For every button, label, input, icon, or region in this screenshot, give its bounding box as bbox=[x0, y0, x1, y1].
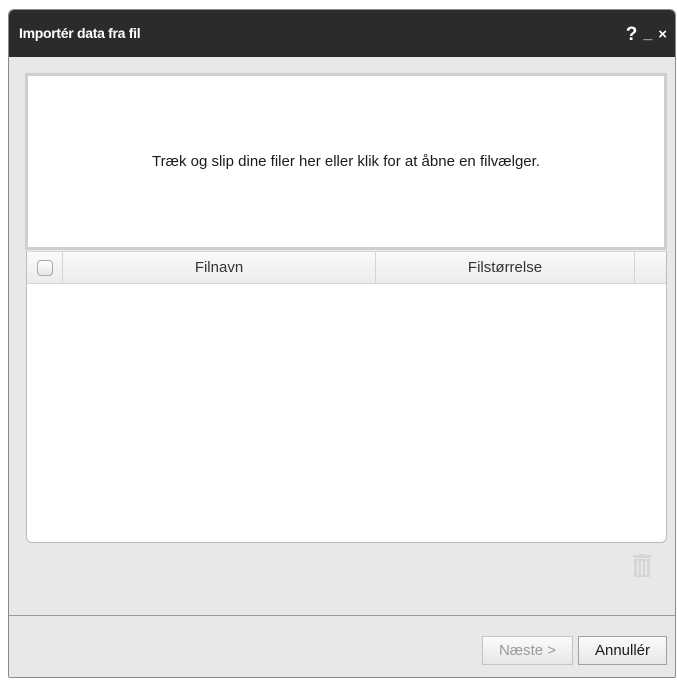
file-list-header: Filnavn Filstørrelse bbox=[27, 251, 666, 284]
column-header-filesize[interactable]: Filstørrelse bbox=[376, 252, 635, 283]
window-controls: ? _ × bbox=[626, 20, 667, 44]
minimize-icon[interactable]: _ bbox=[643, 26, 652, 44]
file-dropzone[interactable]: Træk og slip dine filer her eller klik f… bbox=[25, 73, 667, 250]
file-list: Filnavn Filstørrelse bbox=[26, 251, 667, 543]
dialog-titlebar[interactable]: Importér data fra fil ? _ × bbox=[9, 10, 675, 57]
dialog-footer: Næste > Annullér bbox=[9, 615, 675, 677]
select-all-cell bbox=[27, 252, 63, 283]
trash-icon[interactable] bbox=[632, 554, 652, 578]
dialog-body: Træk og slip dine filer her eller klik f… bbox=[9, 57, 675, 616]
cancel-button[interactable]: Annullér bbox=[578, 636, 667, 665]
import-dialog: Importér data fra fil ? _ × Træk og slip… bbox=[8, 9, 676, 678]
dropzone-instruction: Træk og slip dine filer her eller klik f… bbox=[152, 153, 540, 170]
column-header-filename[interactable]: Filnavn bbox=[63, 252, 376, 283]
close-icon[interactable]: × bbox=[658, 27, 667, 44]
select-all-checkbox[interactable] bbox=[36, 259, 53, 276]
help-icon[interactable]: ? bbox=[626, 25, 638, 44]
dialog-title: Importér data fra fil bbox=[19, 25, 141, 41]
column-header-spacer bbox=[635, 252, 666, 283]
next-button[interactable]: Næste > bbox=[482, 636, 573, 665]
